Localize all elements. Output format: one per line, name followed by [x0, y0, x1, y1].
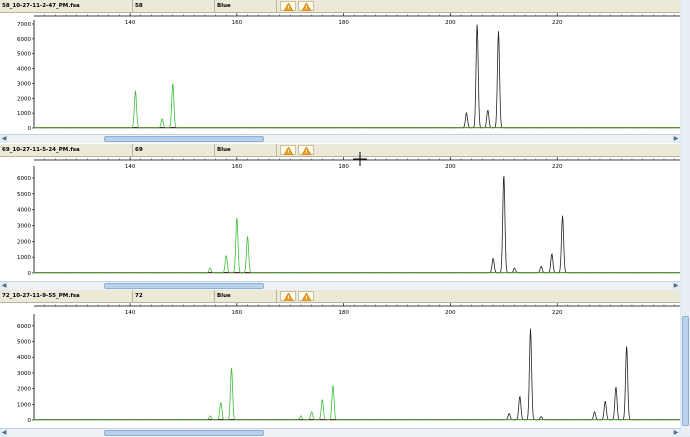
horizontal-scrollbar-2[interactable]: ◀ ▶: [0, 281, 680, 290]
electropherogram-chart-3: 140 160 180 200 220 6000 5000 4000 3000 2000 1000 0: [17, 303, 680, 424]
y-tick-label: 5000: [17, 52, 31, 58]
warning-icon: [302, 293, 311, 301]
x-tick-label: 180: [338, 20, 349, 26]
y-tick-label: 0: [28, 126, 32, 132]
x-tick-label: 140: [125, 310, 136, 316]
plot-area-2: 140 160 180 200 220 6000 5000 4000 3000 2000 1000 0: [0, 156, 680, 281]
y-tick-label: 4000: [17, 208, 31, 214]
warning-button-1[interactable]: [280, 145, 296, 155]
y-tick-label: 3000: [17, 81, 31, 87]
warning-button-2[interactable]: [298, 145, 314, 155]
y-tick-label: 5000: [17, 340, 31, 346]
vertical-scrollbar[interactable]: [681, 0, 690, 436]
warning-icon: [284, 3, 293, 11]
scrollbar-thumb[interactable]: [104, 283, 264, 289]
scrollbar-thumb[interactable]: [104, 430, 264, 436]
dye-cell: Blue: [215, 290, 277, 302]
sample-cell: 58: [133, 0, 215, 12]
electropherogram-panel-1: 58_10-27-11-2-47_PM.fsa 58 Blue 140 160 18…: [0, 0, 680, 144]
electropherogram-panel-2: 69_10-27-11-5-24_PM.fsa 69 Blue 140 160 18…: [0, 144, 680, 290]
x-tick-label: 140: [125, 164, 136, 170]
x-tick-label: 180: [338, 310, 349, 316]
crosshair-cursor-icon: [353, 152, 367, 166]
dye-cell: Blue: [215, 144, 277, 156]
warning-button-1[interactable]: [280, 1, 296, 11]
y-tick-label: 7000: [17, 22, 31, 28]
x-tick-label: 180: [338, 164, 349, 170]
y-tick-label: 6000: [17, 324, 31, 330]
warning-icon: [284, 147, 293, 155]
scroll-right-icon[interactable]: ▶: [672, 135, 680, 143]
black-dye-trace: [34, 176, 680, 274]
y-tick-label: 5000: [17, 192, 31, 198]
sample-cell: 69: [133, 144, 215, 156]
vertical-scrollbar-thumb[interactable]: [682, 316, 689, 426]
y-tick-label: 4000: [17, 355, 31, 361]
x-tick-label: 200: [445, 20, 456, 26]
y-tick-label: 2000: [17, 96, 31, 102]
warning-icon: [284, 293, 293, 301]
x-tick-label: 200: [445, 164, 456, 170]
x-tick-label: 220: [552, 20, 563, 26]
y-tick-label: 1000: [17, 255, 31, 261]
electropherogram-chart-2: 140 160 180 200 220 6000 5000 4000 3000 2000 1000 0: [17, 157, 680, 277]
x-tick-label: 200: [445, 310, 456, 316]
plot-area-3: 140 160 180 200 220 6000 5000 4000 3000 2000 1000 0: [0, 302, 680, 428]
warning-icon: [302, 147, 311, 155]
scroll-right-icon[interactable]: ▶: [672, 282, 680, 290]
x-tick-label: 160: [232, 20, 243, 26]
file-name-cell: 72_10-27-11-9-55_PM.fsa: [0, 290, 133, 302]
green-dye-trace: [33, 82, 680, 129]
x-tick-label: 220: [552, 310, 563, 316]
y-tick-label: 6000: [17, 176, 31, 182]
x-tick-label: 160: [232, 310, 243, 316]
electropherogram-panel-3: 72_10-27-11-9-55_PM.fsa 72 Blue 140 160 18…: [0, 290, 680, 437]
black-dye-trace: [34, 328, 680, 421]
y-tick-label: 0: [28, 418, 32, 424]
green-dye-trace: [34, 217, 680, 274]
green-dye-trace: [34, 367, 680, 421]
electropherogram-chart-1: 140 160 180 200 220 7000 6000 5000 4000 3000 2000 1…: [17, 13, 680, 132]
warning-button-2[interactable]: [298, 291, 314, 301]
dye-cell: Blue: [215, 0, 277, 12]
scroll-left-icon[interactable]: ◀: [0, 282, 8, 290]
x-tick-label: 220: [552, 164, 563, 170]
black-dye-trace: [33, 24, 680, 129]
y-tick-label: 1000: [17, 402, 31, 408]
y-tick-label: 3000: [17, 223, 31, 229]
warning-button-1[interactable]: [280, 291, 296, 301]
y-tick-label: 2000: [17, 239, 31, 245]
y-tick-label: 0: [28, 271, 32, 277]
y-tick-label: 4000: [17, 67, 31, 73]
horizontal-scrollbar-1[interactable]: ◀ ▶: [0, 134, 680, 143]
warning-button-2[interactable]: [298, 1, 314, 11]
x-tick-label: 160: [232, 164, 243, 170]
y-tick-label: 1000: [17, 111, 31, 117]
y-tick-label: 2000: [17, 387, 31, 393]
y-tick-label: 6000: [17, 37, 31, 43]
file-name-cell: 69_10-27-11-5-24_PM.fsa: [0, 144, 133, 156]
x-tick-label: 140: [125, 20, 136, 26]
y-tick-label: 3000: [17, 371, 31, 377]
plot-area-1: 140 160 180 200 220 7000 6000 5000 4000 3000 2000 1…: [0, 12, 680, 134]
sample-cell: 72: [133, 290, 215, 302]
file-name-cell: 58_10-27-11-2-47_PM.fsa: [0, 0, 133, 12]
warning-icon: [302, 3, 311, 11]
scrollbar-thumb[interactable]: [104, 136, 264, 142]
scroll-left-icon[interactable]: ◀: [0, 135, 8, 143]
